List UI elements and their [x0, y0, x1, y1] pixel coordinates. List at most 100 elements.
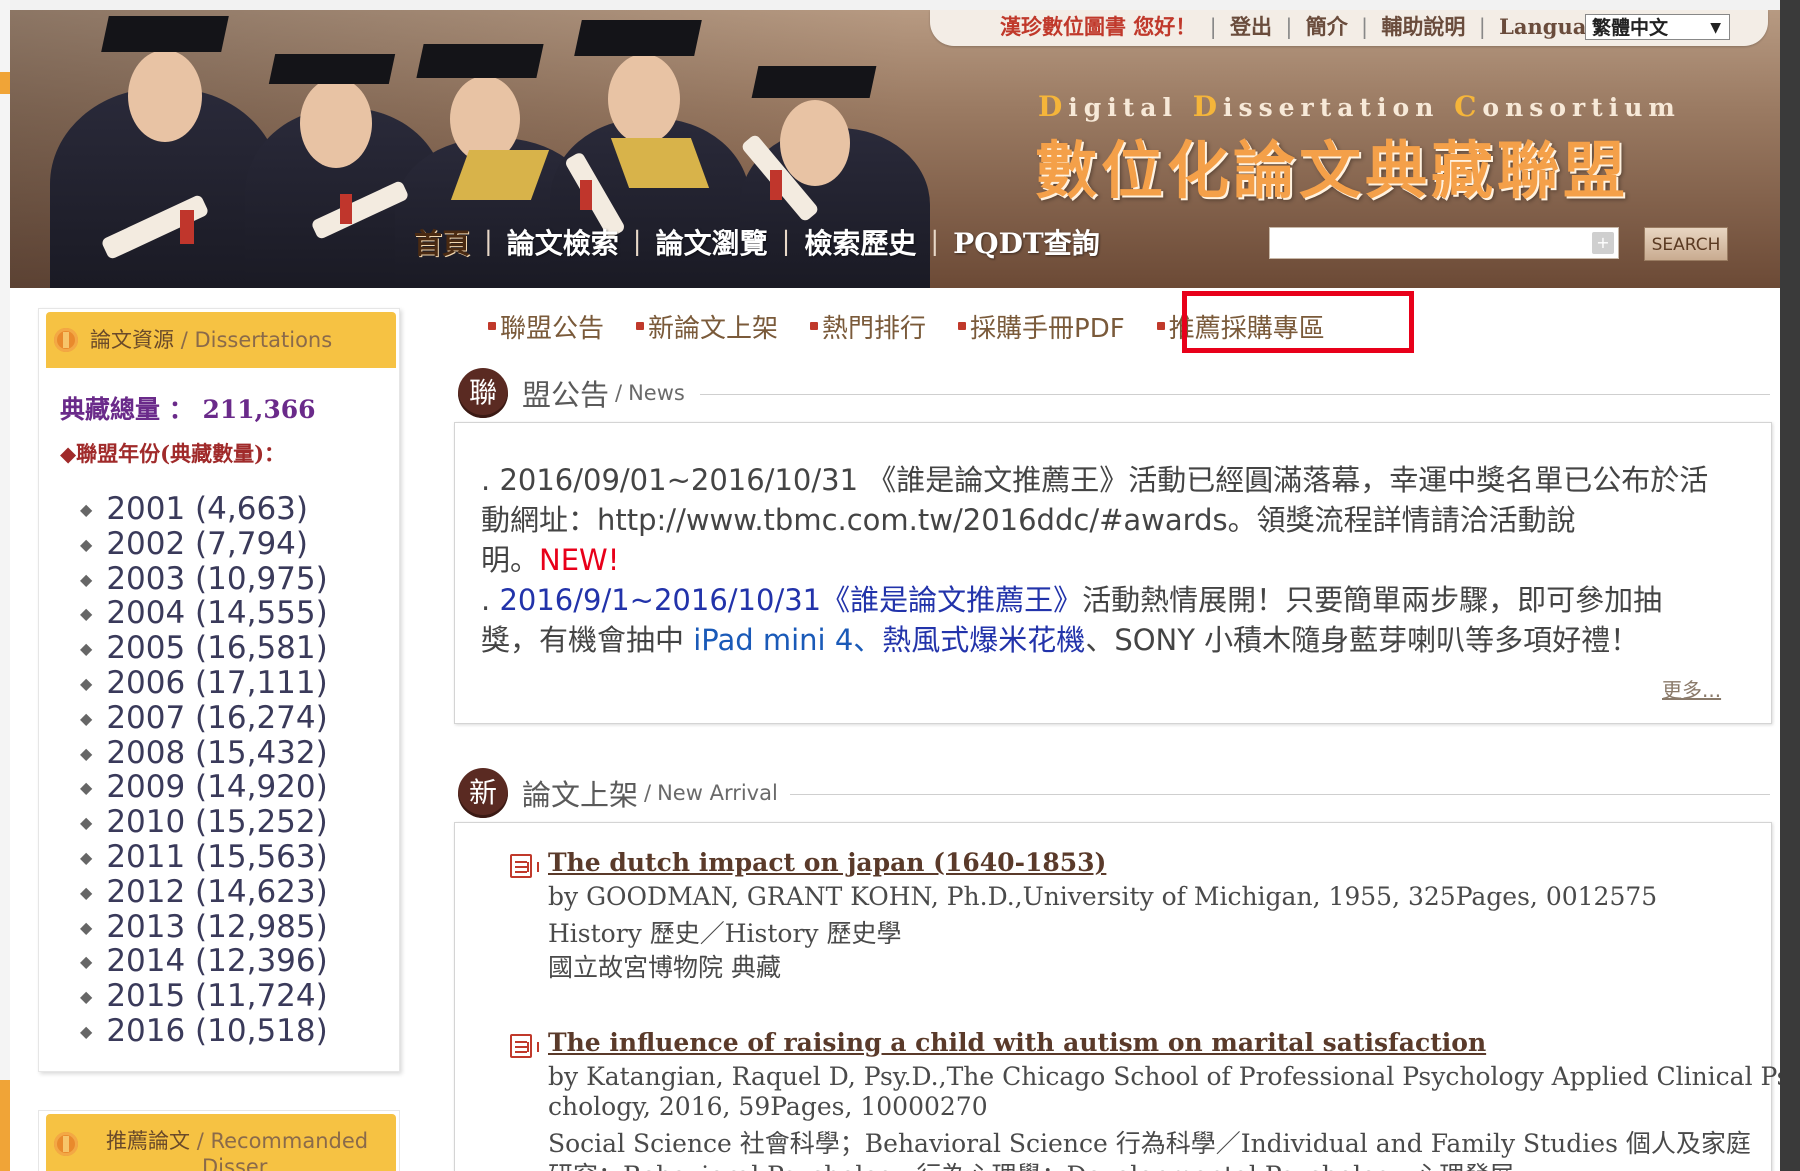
bullet-icon: ◆	[80, 604, 93, 624]
bullet-icon: ◆	[80, 917, 93, 937]
document-icon	[510, 854, 539, 878]
bullet-icon	[810, 322, 819, 330]
search-input[interactable]: +	[1269, 227, 1619, 259]
news-title-en: News	[628, 381, 685, 405]
brand-word-2: Dissertation	[1192, 90, 1440, 123]
year-item[interactable]: ◆ 2016 (10,518)	[80, 1014, 328, 1049]
brand-english: Digital Dissertation Consortium	[1038, 90, 1681, 123]
arrival-item: The dutch impact on japan (1640-1853) by…	[510, 848, 1760, 998]
year-item[interactable]: ◆ 2002 (7,794)	[80, 526, 328, 562]
highlight-annotation	[1182, 291, 1414, 353]
year-heading-text: 聯盟年份(典藏數量)：	[76, 441, 286, 466]
year-item[interactable]: ◆ 2015 (11,724)	[80, 979, 328, 1014]
bullet-icon: ◆	[80, 674, 93, 694]
nav-separator: |	[632, 227, 642, 257]
welcome-text: 漢珍數位圖書 您好！	[1000, 14, 1197, 39]
help-link[interactable]: 輔助說明	[1381, 14, 1465, 39]
more-link[interactable]: 更多...	[1662, 674, 1721, 703]
bullet-icon: ◆	[80, 708, 93, 728]
brand-chinese: 數位化論文典藏聯盟	[1035, 134, 1630, 207]
window-left-edge	[0, 0, 10, 1171]
logout-link[interactable]: 登出	[1230, 14, 1272, 39]
total-collection: 典藏總量 ： 211,366	[60, 395, 316, 424]
arrival-holder: 國立故宮博物院 典藏	[548, 953, 781, 982]
year-item[interactable]: ◆ 2011 (15,563)	[80, 840, 328, 875]
left-accent-strip-bottom	[0, 1080, 10, 1171]
window-top-edge	[0, 0, 1800, 10]
news-item: . 2016/9/1~2016/10/31《誰是論文推薦王》活動熱情展開！只要簡…	[481, 583, 1663, 617]
bullet-icon: ◆	[80, 778, 93, 798]
nav-home[interactable]: 首頁	[400, 222, 484, 262]
year-heading: ◆聯盟年份(典藏數量)：	[60, 438, 285, 468]
nav-separator: |	[930, 227, 940, 257]
year-item[interactable]: ◆ 2008 (15,432)	[80, 735, 328, 771]
year-item[interactable]: ◆ 2006 (17,111)	[80, 666, 328, 701]
recommended-title-en: Recommanded	[210, 1129, 369, 1153]
year-item[interactable]: ◆ 2012 (14,623)	[80, 874, 328, 910]
arrival-byline-cont: chology, 2016, 59Pages, 10000270	[548, 1092, 988, 1121]
arrivals-section-title: 新 論文上架 / New Arrival	[458, 768, 778, 818]
recommended-title-cn: 推薦論文	[106, 1129, 190, 1153]
language-select[interactable]: 繁體中文 ▼	[1585, 14, 1730, 40]
brand-word-1: Digital	[1038, 90, 1178, 123]
year-item[interactable]: ◆ 2004 (14,555)	[80, 596, 328, 631]
arrivals-title-cn: 論文上架	[522, 778, 639, 812]
arrival-byline: by Katangian, Raquel D, Psy.D.,The Chica…	[548, 1062, 1780, 1091]
bullet-icon: ◆	[80, 639, 93, 659]
arrivals-title-en: New Arrival	[657, 781, 778, 805]
diamond-icon: ◆	[60, 441, 77, 466]
main-nav: 首頁 | 論文檢索 | 論文瀏覽 | 檢索歷史 | PQDT查詢	[400, 220, 1114, 264]
year-item[interactable]: ◆ 2007 (16,274)	[80, 700, 328, 736]
ipad-link[interactable]: iPad mini 4	[693, 623, 853, 657]
bullet-icon: ◆	[80, 952, 93, 972]
page: 漢珍數位圖書 您好！ | 登出 | 簡介 | 輔助說明 | Language 繁…	[10, 10, 1780, 1171]
year-item[interactable]: ◆ 2003 (10,975)	[80, 561, 328, 597]
arrivals-badge: 新	[458, 768, 508, 818]
arrival-title[interactable]: The dutch impact on japan (1640-1853)	[548, 848, 1106, 877]
nav-history[interactable]: 檢索歷史	[790, 222, 930, 262]
dropdown-arrow-icon: ▼	[1710, 20, 1721, 36]
clear-icon[interactable]: +	[1592, 232, 1614, 254]
bullet-icon: ◆	[80, 534, 93, 554]
bullet-icon: ◆	[80, 848, 93, 868]
subnav-popular[interactable]: 熱門排行	[810, 308, 926, 345]
recommended-header: 推薦論文 / Recommanded Disser.	[46, 1114, 396, 1171]
bullet-icon: ◆	[80, 1022, 93, 1042]
year-item[interactable]: ◆ 2014 (12,396)	[80, 944, 328, 979]
dissertations-title-en: Dissertations	[194, 328, 333, 352]
nav-browse[interactable]: 論文瀏覽	[642, 222, 782, 262]
bullet-icon: ◆	[80, 743, 93, 763]
nav-pqdt[interactable]: PQDT查詢	[939, 222, 1114, 262]
news-item: . 2016/09/01~2016/10/31 《誰是論文推薦王》活動已經圓滿落…	[481, 463, 1709, 497]
subnav-new-arrivals[interactable]: 新論文上架	[636, 308, 778, 345]
year-item[interactable]: ◆ 2013 (12,985)	[80, 909, 328, 945]
subnav-purchase-pdf[interactable]: 採購手冊PDF	[958, 308, 1125, 345]
year-item[interactable]: ◆ 2001 (4,663)	[80, 492, 328, 527]
arrival-item: The influence of raising a child with au…	[510, 1028, 1780, 1171]
year-item[interactable]: ◆ 2005 (16,581)	[80, 631, 328, 666]
nav-separator: |	[781, 227, 791, 257]
language-value: 繁體中文	[1592, 17, 1669, 39]
separator: |	[1209, 15, 1217, 39]
arrival-subject: History 歷史／History 歷史學	[548, 919, 902, 948]
news-item-cont: 明。NEW!	[481, 543, 620, 577]
news-item-cont: 獎，有機會抽中 iPad mini 4、熱風式爆米花機、SONY 小積木隨身藍芽…	[481, 623, 1640, 657]
arrival-subject-cont: 研究；Behavioral Psychology 行為心理學；Developme…	[548, 1156, 1514, 1171]
search-button[interactable]: SEARCH	[1644, 227, 1728, 261]
popcorn-link[interactable]: 熱風式爆米花機	[882, 623, 1085, 657]
arrival-subject: Social Science 社會科學；Behavioral Science 行…	[548, 1129, 1751, 1158]
subnav-announcements[interactable]: 聯盟公告	[488, 308, 604, 345]
intro-link[interactable]: 簡介	[1306, 14, 1348, 39]
dissertations-title-cn: 論文資源	[90, 328, 174, 352]
campaign-link[interactable]: 2016/9/1~2016/10/31《誰是論文推薦王》	[499, 583, 1082, 617]
year-item[interactable]: ◆ 2010 (15,252)	[80, 805, 328, 840]
arrival-title[interactable]: The influence of raising a child with au…	[548, 1028, 1486, 1057]
year-list: ◆ 2001 (4,663) ◆ 2002 (7,794) ◆ 2003 (10,97…	[80, 492, 328, 1049]
divider	[700, 394, 1770, 395]
year-item[interactable]: ◆ 2009 (14,920)	[80, 770, 328, 805]
left-accent-strip	[0, 72, 10, 94]
divider	[790, 794, 1770, 795]
top-links: 漢珍數位圖書 您好！ | 登出 | 簡介 | 輔助說明 | Language	[1000, 12, 1614, 42]
document-icon	[510, 1034, 539, 1058]
nav-search[interactable]: 論文檢索	[493, 222, 633, 262]
